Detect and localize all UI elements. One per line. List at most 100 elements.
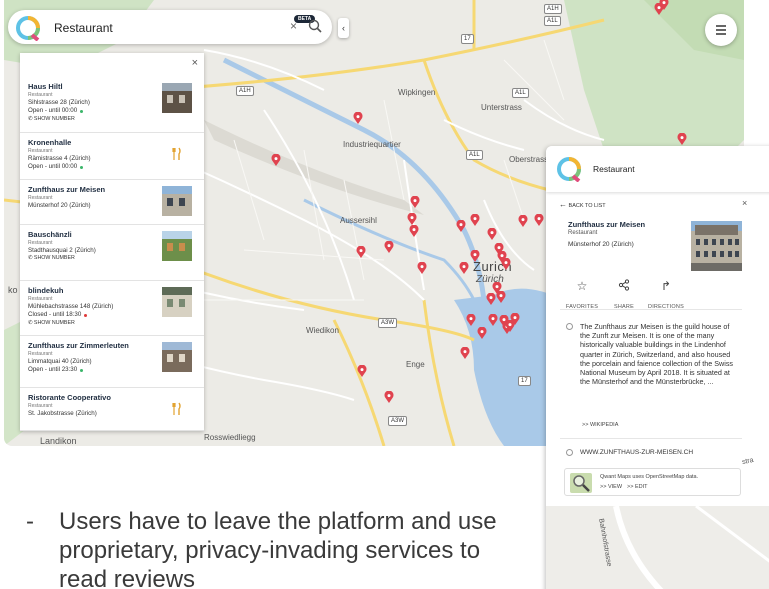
result-photo [162,287,192,317]
show-number-label: SHOW NUMBER [33,320,75,326]
magnifier-icon[interactable] [308,19,322,33]
close-icon[interactable]: × [192,57,198,69]
osm-edit-link[interactable]: >> EDIT [627,484,647,490]
search-input[interactable]: Restaurant [54,21,113,35]
directions-button[interactable]: ↱ DIRECTIONS [643,279,689,313]
restaurant-pin[interactable] [534,214,544,226]
result-hours: Closed - until 18:30 [28,311,82,318]
star-icon: ☆ [576,279,588,293]
restaurant-pin[interactable] [353,112,363,124]
restaurant-pin[interactable] [407,213,417,225]
detail-search-bar[interactable]: Restaurant [546,146,769,192]
restaurant-pin[interactable] [487,228,497,240]
result-type: Restaurant [28,403,53,409]
close-icon[interactable]: × [742,198,747,208]
result-photo [162,83,192,113]
result-item[interactable]: Zunfthaus zur Zimmerleuten Restaurant Limm… [20,336,204,388]
result-name: Ristorante Cooperativo [28,393,111,402]
wikipedia-link[interactable]: >> WIKIPEDIA [582,422,618,428]
restaurant-pin[interactable] [466,314,476,326]
map-label-wipkingen: Wipkingen [398,88,436,97]
restaurant-pin[interactable] [417,262,427,274]
hamburger-icon [716,25,726,35]
restaurant-pin[interactable] [409,225,419,237]
result-type: Restaurant [28,240,53,246]
caption-text: Users have to leave the platform and use… [59,508,497,589]
osm-note: Qwant Maps uses OpenStreetMap data. [600,474,699,480]
restaurant-pin[interactable] [470,214,480,226]
result-type: Restaurant [28,92,53,98]
collapse-panel-button[interactable]: ‹ [338,18,349,38]
status-dot [84,314,87,317]
result-item[interactable]: Kronenhalle Restaurant Rämistrasse 4 (Züri… [20,133,204,180]
result-photo [162,231,192,261]
osm-attribution: Qwant Maps uses OpenStreetMap data. >> V… [564,468,741,496]
show-number-button[interactable]: ✆ SHOW NUMBER [28,116,75,122]
restaurant-pin[interactable] [470,250,480,262]
result-item[interactable]: Bauschänzli Restaurant Stadthausquai 2 (Zü… [20,225,204,281]
map-label-enge: Enge [406,360,425,369]
restaurant-pin[interactable] [384,391,394,403]
result-item[interactable]: Haus Hiltl Restaurant Sihlstrasse 28 (Züri… [20,77,204,133]
restaurant-pin[interactable] [456,220,466,232]
restaurant-pin[interactable] [488,314,498,326]
restaurant-pin[interactable] [510,313,520,325]
poi-detail-panel: Restaurant ← BACK TO LIST × Zunfthaus zu… [546,146,769,589]
restaurant-pin[interactable] [477,327,487,339]
restaurant-pin[interactable] [459,262,469,274]
show-number-button[interactable]: ✆ SHOW NUMBER [28,255,75,261]
result-name: Haus Hiltl [28,82,63,91]
restaurant-pin[interactable] [271,154,281,166]
back-to-list-label: BACK TO LIST [568,203,606,209]
back-to-list-button[interactable]: ← BACK TO LIST [559,200,606,209]
status-dot [80,166,83,169]
restaurant-pin[interactable] [518,215,528,227]
result-item[interactable]: Zunfthaus zur Meisen Restaurant Münsterhof… [20,180,204,225]
result-item[interactable]: blindekuh Restaurant Mühlebachstrasse 148 … [20,281,204,336]
favorites-button[interactable]: ☆ FAVORITES [559,279,605,313]
road-shield: A3W [378,318,398,328]
cutlery-icon [172,402,182,419]
poi-address: Münsterhof 20 (Zürich) [568,241,634,248]
restaurant-pin[interactable] [677,133,687,145]
results-panel: × Haus Hiltl Restaurant Sihlstrasse 28 (Zü… [20,53,204,431]
share-button[interactable]: SHARE [601,279,647,313]
result-address: Stadthausquai 2 (Zürich) [28,247,96,254]
restaurant-pin[interactable] [356,246,366,258]
status-dot [80,110,83,113]
close-icon[interactable]: × [290,19,297,33]
result-hours: Open - until 00:00 [28,163,78,170]
menu-button[interactable] [705,14,737,46]
search-bar[interactable]: Restaurant BETA × [8,10,332,44]
result-hours: Open - until 00:00 [28,107,78,114]
show-number-button[interactable]: ✆ SHOW NUMBER [28,320,75,326]
road-shield: A1L [512,88,529,98]
mini-map: Bahnhofstrasse stra [546,457,769,589]
result-photo [162,342,192,372]
poi-type: Restaurant [568,230,598,236]
bullet-dash: - [26,508,34,535]
road-shield: A1H [236,86,254,96]
show-number-label: SHOW NUMBER [33,255,75,261]
osm-magnifier-icon [570,473,592,493]
website-link[interactable]: WWW.ZUNFTHAUS-ZUR-MEISEN.CH [580,449,693,456]
osm-view-link[interactable]: >> VIEW [600,484,622,490]
detail-search-input[interactable]: Restaurant [593,164,635,174]
restaurant-pin[interactable] [501,258,511,270]
result-name: Bauschänzli [28,230,72,239]
restaurant-pin[interactable] [384,241,394,253]
restaurant-pin[interactable] [357,365,367,377]
road-shield: A1L [466,150,483,160]
divider [560,438,742,439]
arrow-left-icon: ← [559,200,567,209]
restaurant-pin[interactable] [496,291,506,303]
restaurant-pin[interactable] [659,0,669,10]
restaurant-pin[interactable] [486,293,496,305]
result-item[interactable]: Ristorante Cooperativo Restaurant St. Jako… [20,388,204,431]
restaurant-pin[interactable] [410,196,420,208]
status-dot [80,369,83,372]
result-address: Münsterhof 20 (Zürich) [28,202,91,209]
map-label-ko: ko [8,285,18,295]
restaurant-pin[interactable] [460,347,470,359]
map-label-stra: stra [741,456,755,467]
